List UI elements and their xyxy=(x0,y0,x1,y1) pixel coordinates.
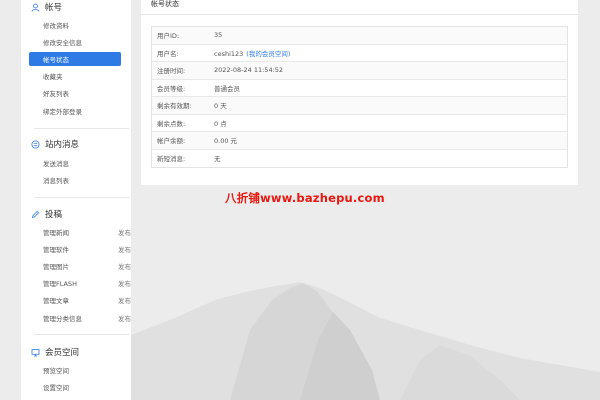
username-cell: ceshi123 (我的会员空间) xyxy=(214,48,290,58)
account-status-panel: 帐号状态 用户ID: 35 用户名: ceshi123 (我的会员空间) 注册时间… xyxy=(141,0,578,185)
sidebar-item-label: 修改资料 xyxy=(43,22,69,30)
new-messages-value: 无 xyxy=(214,155,221,164)
table-row: 用户名: ceshi123 (我的会员空间) xyxy=(152,45,567,62)
row-label: 新短消息: xyxy=(157,155,186,164)
row-label: 帐户余额: xyxy=(157,137,186,146)
sidebar-item-label: 消息列表 xyxy=(43,177,69,185)
table-row: 剩余有效期: 0 天 xyxy=(152,97,567,115)
register-time-value: 2022-08-24 11:54:52 xyxy=(214,66,284,75)
publish-software-link[interactable]: 发布 xyxy=(118,244,131,254)
publish-news-link[interactable]: 发布 xyxy=(118,227,131,237)
sidebar-item-label: 好友列表 xyxy=(43,90,69,98)
row-label: 用户ID: xyxy=(157,32,180,41)
balance-value: 0.00 元 xyxy=(214,137,238,146)
sidebar-item-label: 管理新闻 xyxy=(43,229,69,237)
edit-icon xyxy=(31,210,40,219)
panel-header: 帐号状态 xyxy=(141,0,578,15)
sidebar-item-friends[interactable]: 好友列表 xyxy=(29,86,121,100)
sidebar-item-manage-flash[interactable]: 管理FLASH 发布 xyxy=(29,276,131,290)
row-label: 用户名: xyxy=(157,49,179,58)
sidebar-item-security[interactable]: 修改安全信息 xyxy=(29,35,121,49)
group-title-submit: 投稿 xyxy=(31,207,62,221)
divider xyxy=(34,128,129,129)
group-title-label: 帐号 xyxy=(45,3,63,13)
page-title: 帐号状态 xyxy=(151,0,179,8)
user-icon xyxy=(31,3,40,12)
sidebar-item-label: 管理软件 xyxy=(43,246,69,254)
sidebar-item-label: 管理FLASH xyxy=(43,280,77,288)
table-row: 剩余点数: 0 点 xyxy=(152,115,567,132)
row-label: 会员等级: xyxy=(157,84,186,93)
group-title-member-space: 会员空间 xyxy=(31,345,79,359)
divider xyxy=(34,197,129,198)
group-title-label: 会员空间 xyxy=(45,348,80,358)
sidebar-item-label: 管理分类信息 xyxy=(43,315,82,323)
table-row: 会员等级: 普通会员 xyxy=(152,80,567,97)
sidebar-item-manage-software[interactable]: 管理软件 发布 xyxy=(29,242,131,256)
sidebar-item-message-list[interactable]: 消息列表 xyxy=(29,173,121,187)
table-row: 帐户余额: 0.00 元 xyxy=(152,132,567,150)
sidebar-item-label: 发送消息 xyxy=(43,160,69,168)
validity-value: 0 天 xyxy=(214,102,227,111)
sidebar-item-manage-news[interactable]: 管理新闻 发布 xyxy=(29,225,131,239)
publish-images-link[interactable]: 发布 xyxy=(118,261,131,271)
sidebar-item-preview-space[interactable]: 预览空间 xyxy=(29,363,121,377)
group-title-account: 帐号 xyxy=(31,0,62,14)
row-label: 剩余点数: xyxy=(157,119,186,128)
user-id-value: 35 xyxy=(214,31,223,40)
group-title-label: 投稿 xyxy=(45,210,63,220)
row-label: 剩余有效期: xyxy=(157,102,192,111)
member-level-value: 普通会员 xyxy=(214,84,240,93)
message-icon xyxy=(31,140,40,149)
table-row: 用户ID: 35 xyxy=(152,27,567,45)
group-title-messages: 站内消息 xyxy=(31,137,79,151)
sidebar-item-favorites[interactable]: 收藏夹 xyxy=(29,69,121,83)
site-watermark: 八折铺www.bazhepu.com xyxy=(225,191,385,205)
sidebar-item-manage-articles[interactable]: 管理文章 发布 xyxy=(29,293,131,307)
sidebar-item-label: 预览空间 xyxy=(43,367,69,375)
sidebar-item-manage-classifieds[interactable]: 管理分类信息 发布 xyxy=(29,311,131,325)
sidebar-item-edit-profile[interactable]: 修改资料 xyxy=(29,18,121,32)
sidebar-item-label: 设置空间 xyxy=(43,384,69,392)
sidebar-item-settings-space[interactable]: 设置空间 xyxy=(29,380,121,394)
sidebar-item-send-message[interactable]: 发送消息 xyxy=(29,156,121,170)
my-member-space-link[interactable]: (我的会员空间) xyxy=(246,50,290,58)
monitor-icon xyxy=(31,348,40,357)
account-info-table: 用户ID: 35 用户名: ceshi123 (我的会员空间) 注册时间: 202… xyxy=(151,26,568,168)
sidebar-item-label: 修改安全信息 xyxy=(43,39,82,47)
publish-articles-link[interactable]: 发布 xyxy=(118,295,131,305)
sidebar-item-label: 管理文章 xyxy=(43,297,69,305)
row-label: 注册时间: xyxy=(157,67,186,76)
username-value: ceshi123 xyxy=(214,49,244,58)
sidebar-item-external-login[interactable]: 绑定外部登录 xyxy=(29,104,121,118)
publish-flash-link[interactable]: 发布 xyxy=(118,278,131,288)
table-row: 注册时间: 2022-08-24 11:54:52 xyxy=(152,62,567,80)
sidebar-item-label: 收藏夹 xyxy=(43,73,63,81)
sidebar: 帐号 修改资料 修改安全信息 帐号状态 收藏夹 好友列表 绑定外部登录 站内消息… xyxy=(21,0,131,400)
group-title-label: 站内消息 xyxy=(45,140,80,150)
table-row: 新短消息: 无 xyxy=(152,150,567,168)
sidebar-item-account-status[interactable]: 帐号状态 xyxy=(29,52,121,66)
sidebar-item-label: 管理图片 xyxy=(43,263,69,271)
sidebar-item-label: 帐号状态 xyxy=(43,56,69,64)
sidebar-item-manage-images[interactable]: 管理图片 发布 xyxy=(29,259,131,273)
sidebar-item-label: 绑定外部登录 xyxy=(43,108,82,116)
points-value: 0 点 xyxy=(214,119,227,128)
publish-classifieds-link[interactable]: 发布 xyxy=(118,313,131,323)
divider xyxy=(34,334,129,335)
